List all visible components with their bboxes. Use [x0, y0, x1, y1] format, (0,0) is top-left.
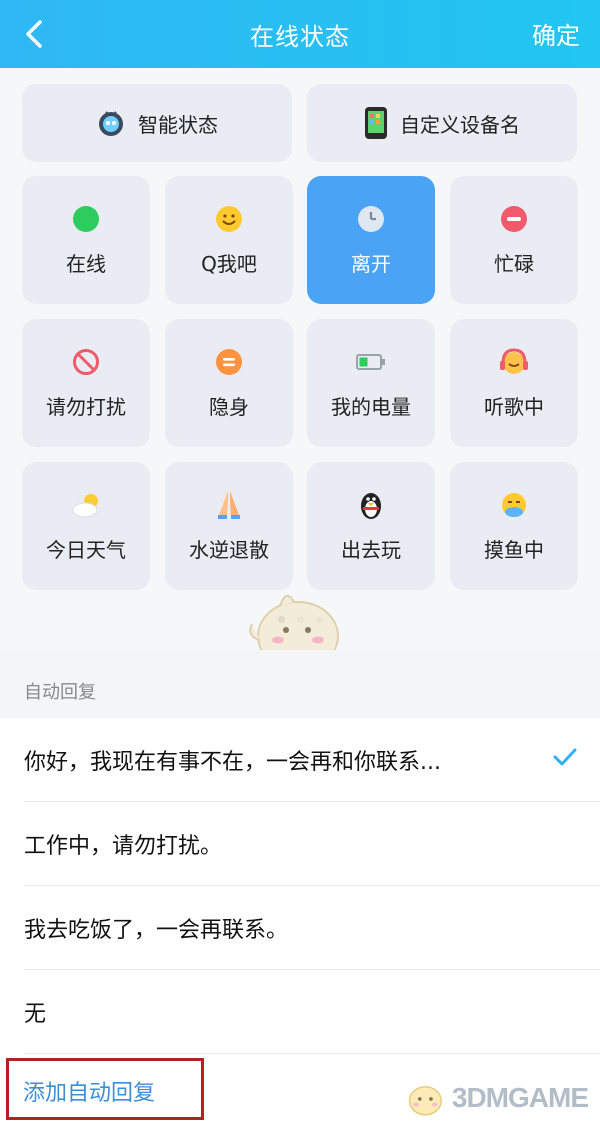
no-entry-icon — [73, 348, 99, 375]
smart-status-button[interactable]: 智能状态 — [22, 84, 292, 162]
auto-reply-option[interactable]: 无 — [0, 970, 600, 1054]
pray-hands-icon — [218, 490, 240, 519]
header-bar: 在线状态 确定 — [0, 0, 600, 68]
status-label: 在线 — [66, 251, 106, 276]
checkmark-icon — [553, 748, 577, 766]
invisible-icon — [216, 348, 242, 375]
status-battery[interactable]: 我的电量 — [307, 319, 435, 447]
auto-reply-option[interactable]: 你好，我现在有事不在，一会再和你联系... — [0, 718, 600, 802]
auto-reply-option[interactable]: 我去吃饭了，一会再联系。 — [0, 886, 600, 970]
status-label: 隐身 — [209, 394, 249, 419]
status-invisible[interactable]: 隐身 — [165, 319, 293, 447]
auto-reply-option[interactable]: 工作中，请勿打扰。 — [0, 802, 600, 886]
clock-icon — [358, 205, 384, 232]
add-auto-reply-button[interactable]: 添加自动回复 — [6, 1058, 204, 1120]
status-weather[interactable]: 今日天气 — [22, 462, 150, 590]
headphones-icon — [500, 347, 528, 374]
weather-icon — [72, 493, 98, 517]
auto-reply-text: 我去吃饭了，一会再联系。 — [24, 918, 289, 943]
fish-face-icon — [502, 492, 526, 517]
auto-reply-section-label: 自动回复 — [24, 682, 96, 703]
add-auto-reply-label: 添加自动回复 — [23, 1081, 156, 1106]
online-dot-icon — [73, 205, 99, 232]
smart-status-label: 智能状态 — [138, 112, 218, 137]
status-away[interactable]: 离开 — [307, 176, 435, 304]
status-label: 忙碌 — [494, 251, 534, 276]
phone-icon — [365, 107, 387, 139]
watermark-text: 3DMGAME — [451, 1082, 589, 1113]
divider — [24, 1053, 600, 1054]
site-watermark: 3DMGAME — [403, 1072, 589, 1124]
status-label: 请勿打扰 — [46, 394, 126, 419]
custom-device-name-label: 自定义设备名 — [400, 112, 520, 137]
status-label: Q我吧 — [201, 251, 257, 276]
mascot-logo-icon — [408, 1086, 442, 1116]
status-label: 我的电量 — [331, 394, 411, 419]
confirm-button[interactable]: 确定 — [532, 16, 580, 51]
status-label: 水逆退散 — [189, 537, 269, 562]
penguin-icon — [361, 492, 381, 519]
status-label: 听歌中 — [484, 394, 544, 419]
smile-icon — [216, 205, 242, 232]
auto-reply-text: 你好，我现在有事不在，一会再和你联系... — [24, 750, 441, 775]
status-listening-music[interactable]: 听歌中 — [450, 319, 578, 447]
battery-icon — [356, 353, 385, 370]
status-label: 摸鱼中 — [484, 537, 544, 562]
status-grid-area: 智能状态 自定义设备名 在线 Q我吧 离开 忙碌 请勿打扰 隐身 我的电量 听歌… — [0, 68, 600, 671]
auto-reply-text: 工作中，请勿打扰。 — [24, 834, 223, 859]
page-title: 在线状态 — [250, 23, 350, 51]
auto-reply-text: 无 — [24, 1002, 47, 1027]
status-busy[interactable]: 忙碌 — [450, 176, 578, 304]
busy-icon — [501, 205, 527, 232]
status-go-out[interactable]: 出去玩 — [307, 462, 435, 590]
status-q-me[interactable]: Q我吧 — [165, 176, 293, 304]
status-good-luck[interactable]: 水逆退散 — [165, 462, 293, 590]
status-slacking[interactable]: 摸鱼中 — [450, 462, 578, 590]
status-label: 今日天气 — [46, 537, 126, 562]
status-label: 离开 — [351, 251, 391, 276]
status-do-not-disturb[interactable]: 请勿打扰 — [22, 319, 150, 447]
status-label: 出去玩 — [341, 537, 401, 562]
status-online[interactable]: 在线 — [22, 176, 150, 304]
robot-icon — [99, 111, 123, 136]
custom-device-name-button[interactable]: 自定义设备名 — [307, 84, 577, 162]
